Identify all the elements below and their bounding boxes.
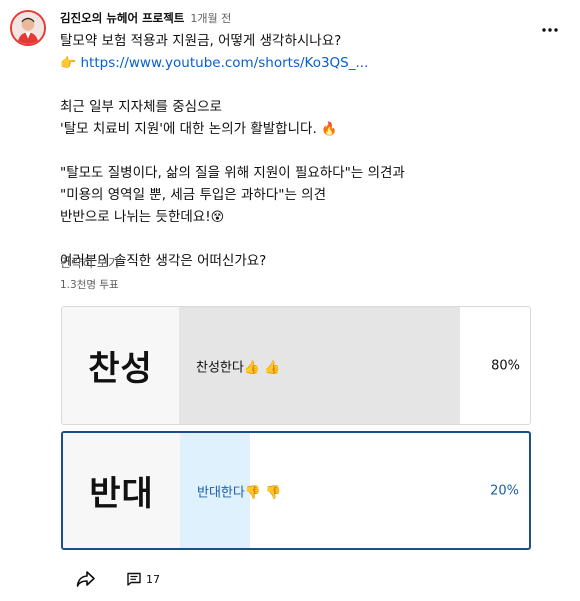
comment-icon — [127, 572, 141, 586]
option-label: 반대한다👎 👎 — [197, 485, 282, 500]
post-text: 탈모약 보험 적용과 지원금, 어떻게 생각하시나요? 👉 https://ww… — [60, 30, 560, 272]
option-percent: 20% — [490, 483, 519, 498]
post-line: 탈모약 보험 적용과 지원금, 어떻게 생각하시나요? — [60, 33, 342, 49]
poll-option-agree[interactable]: 찬성 찬성한다👍 👍 80% — [61, 306, 531, 425]
post-line-link: 👉 https://www.youtube.com/shorts/Ko3QS_.… — [60, 52, 560, 74]
post-line: "탈모도 질병이다, 삶의 질을 위해 지원이 필요하다"는 의견과 — [60, 165, 405, 181]
post-line: 최근 일부 지자체를 중심으로 — [60, 99, 222, 115]
channel-avatar[interactable] — [10, 10, 46, 46]
dizzy-face-icon: 😵 — [210, 210, 225, 225]
vote-count: 1.3천명 투표 — [60, 279, 119, 291]
option-percent: 80% — [491, 358, 520, 373]
post-header: 김진오의 뉴헤어 프로젝트 1개월 전 — [60, 10, 231, 26]
option-image: 찬성 — [62, 307, 179, 424]
pointing-hand-icon: 👉 — [60, 56, 77, 71]
comment-button[interactable]: 17 — [126, 571, 160, 587]
avatar-portrait-icon — [12, 12, 44, 44]
share-button[interactable] — [74, 567, 98, 591]
option-image-text: 찬성 — [88, 349, 153, 389]
poll-option-disagree[interactable]: 반대 반대한다👎 👎 20% — [61, 431, 531, 550]
option-image: 반대 — [63, 433, 180, 548]
post-line: "미용의 영역일 뿐, 세금 투입은 과하다"는 의견 — [60, 187, 327, 203]
thumbs-up-icon: 👍 👍 — [243, 360, 281, 375]
post-line: 반반으로 나뉘는 듯한데요!😵 — [60, 209, 225, 225]
fire-icon: 🔥 — [321, 122, 338, 137]
comment-count: 17 — [146, 572, 160, 586]
post-actions: 17 — [74, 567, 160, 591]
post-link[interactable]: https://www.youtube.com/shorts/Ko3QS_... — [80, 55, 368, 71]
post-line: 여러분의 솔직한 생각은 어떠신가요? — [60, 253, 267, 269]
post-time[interactable]: 1개월 전 — [190, 10, 231, 26]
thumbs-down-icon: 👎 👎 — [244, 485, 282, 500]
show-less-button[interactable]: 간략히 보기 — [60, 254, 119, 271]
channel-name[interactable]: 김진오의 뉴헤어 프로젝트 — [60, 10, 184, 26]
post-line: '탈모 치료비 지원'에 대한 논의가 활발합니다. 🔥 — [60, 121, 338, 137]
share-arrow-icon — [76, 571, 95, 587]
option-label: 찬성한다👍 👍 — [196, 360, 281, 375]
option-image-text: 반대 — [89, 474, 154, 514]
